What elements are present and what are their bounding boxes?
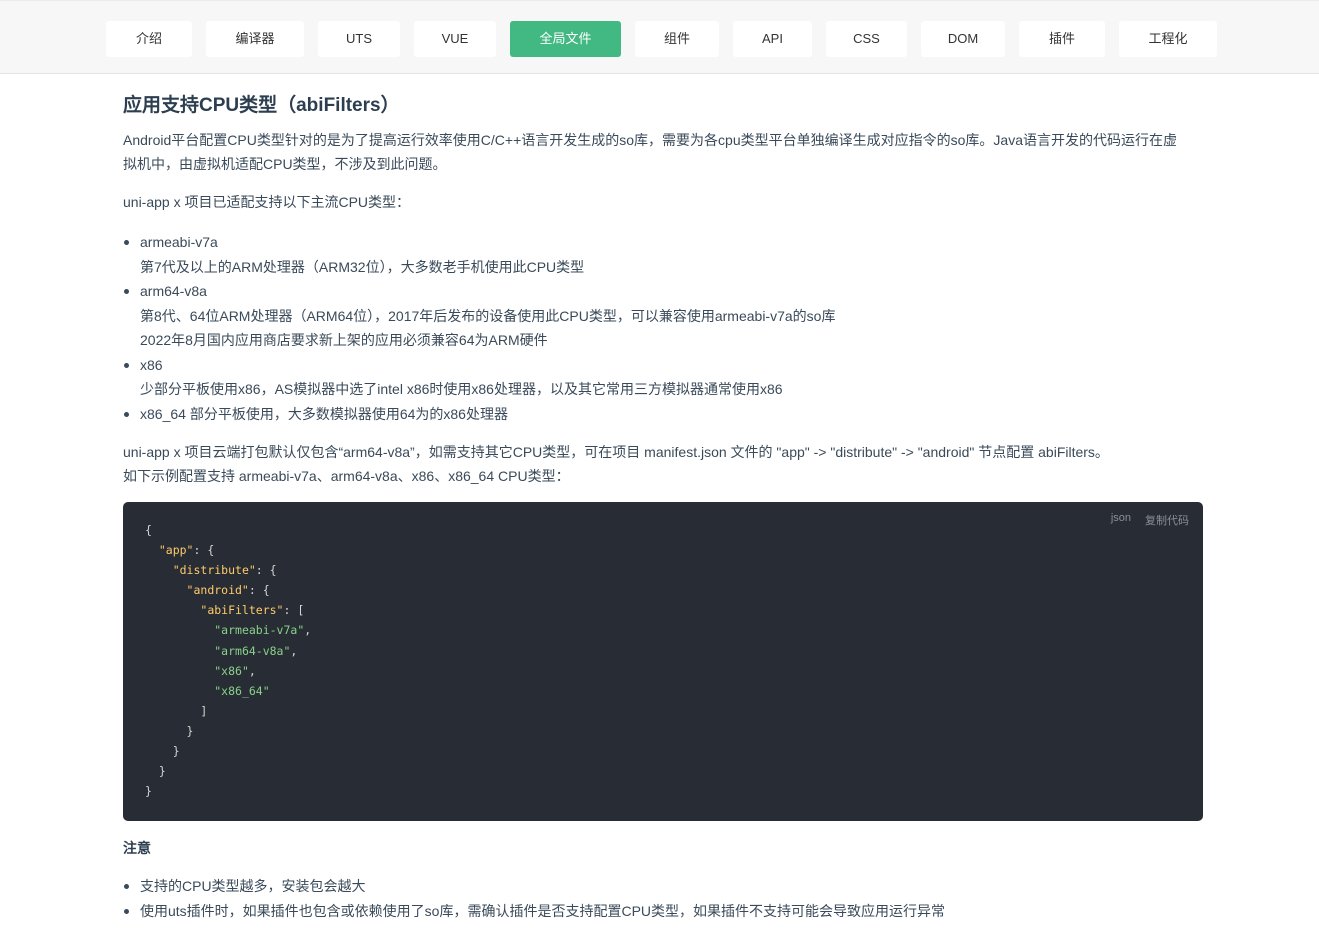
list-item: x86_64 部分平板使用，大多数模拟器使用64为的x86处理器 [123, 402, 835, 427]
intro-paragraph: Android平台配置CPU类型针对的是为了提高运行效率使用C/C++语言开发生… [123, 128, 1203, 176]
cpu-desc: 第7代及以上的ARM处理器（ARM32位），大多数老手机使用此CPU类型 [140, 258, 585, 275]
cpu-name: x86 [140, 356, 163, 373]
tab-intro[interactable]: 介绍 [106, 21, 192, 57]
cpu-name: arm64-v8a [140, 283, 207, 299]
code-content: { "app": { "distribute": { "android": { … [145, 523, 312, 799]
code-language-label: json [1110, 512, 1131, 524]
tab-uts[interactable]: UTS [318, 21, 400, 57]
list-item: x86 少部分平板使用x86，AS模拟器中选了intel x86时使用x86处理… [123, 353, 835, 402]
default-config-paragraph: uni-app x 项目云端打包默认仅包含“arm64-v8a”，如需支持其它C… [123, 440, 1203, 488]
list-item: arm64-v8a 第8代、64位ARM处理器（ARM64位），2017年后发布… [123, 279, 835, 353]
supported-intro: uni-app x 项目已适配支持以下主流CPU类型： [123, 194, 411, 210]
default-line-2: 如下示例配置支持 armeabi-v7a、arm64-v8a、x86、x86_6… [123, 468, 570, 484]
tab-global-files[interactable]: 全局文件 [510, 21, 621, 57]
tab-plugins[interactable]: 插件 [1019, 21, 1105, 57]
bullet-dot [124, 411, 129, 417]
bullet-dot [124, 884, 129, 889]
cpu-desc: 第8代、64位ARM处理器（ARM64位），2017年后发布的设备使用此CPU类… [140, 307, 836, 324]
section-title: 应用支持CPU类型（abiFilters） [123, 95, 400, 116]
note-list: 支持的CPU类型越多，安装包会越大 使用uts插件时，如果插件也包含或依赖使用了… [123, 874, 945, 923]
tab-compiler[interactable]: 编译器 [206, 21, 304, 57]
cpu-name: x86_64 部分平板使用，大多数模拟器使用64为的x86处理器 [140, 405, 508, 422]
tab-vue[interactable]: VUE [414, 21, 496, 57]
tab-engineering[interactable]: 工程化 [1119, 21, 1217, 57]
intro-line-1: Android平台配置CPU类型针对的是为了提高运行效率使用C/C++语言开发生… [123, 132, 1177, 148]
intro-line-2: 拟机中，由虚拟机适配CPU类型，不涉及到此问题。 [123, 156, 447, 172]
note-text: 使用uts插件时，如果插件也包含或依赖使用了so库，需确认插件是否支持配置CPU… [140, 902, 946, 919]
tab-dom[interactable]: DOM [921, 21, 1005, 57]
bullet-dot [124, 362, 129, 368]
tab-components[interactable]: 组件 [635, 21, 719, 57]
cpu-name: armeabi-v7a [140, 234, 218, 250]
cpu-type-list: armeabi-v7a 第7代及以上的ARM处理器（ARM32位），大多数老手机… [123, 230, 835, 426]
list-item: 使用uts插件时，如果插件也包含或依赖使用了so库，需确认插件是否支持配置CPU… [123, 899, 945, 924]
bullet-dot [124, 289, 129, 294]
list-item: 支持的CPU类型越多，安装包会越大 [123, 874, 945, 899]
list-item: armeabi-v7a 第7代及以上的ARM处理器（ARM32位），大多数老手机… [123, 230, 835, 279]
note-text: 支持的CPU类型越多，安装包会越大 [140, 878, 366, 894]
default-line-1: uni-app x 项目云端打包默认仅包含“arm64-v8a”，如需支持其它C… [123, 444, 1109, 460]
bullet-dot [124, 240, 129, 245]
bullet-dot [124, 908, 129, 914]
copy-code-button[interactable]: 复制代码 [1145, 512, 1189, 528]
category-tabs: 介绍 编译器 UTS VUE 全局文件 组件 API CSS DOM 插件 工程… [106, 21, 1231, 57]
note-heading: 注意 [123, 840, 151, 856]
cpu-desc: 2022年8月国内应用商店要求新上架的应用必须兼容64为ARM硬件 [140, 332, 548, 348]
tab-api[interactable]: API [733, 21, 812, 57]
top-navigation-bar: 介绍 编译器 UTS VUE 全局文件 组件 API CSS DOM 插件 工程… [0, 0, 1319, 74]
cpu-desc: 少部分平板使用x86，AS模拟器中选了intel x86时使用x86处理器，以及… [140, 381, 783, 397]
code-block: json 复制代码 { "app": { "distribute": { "an… [123, 502, 1203, 821]
tab-css[interactable]: CSS [826, 21, 907, 57]
